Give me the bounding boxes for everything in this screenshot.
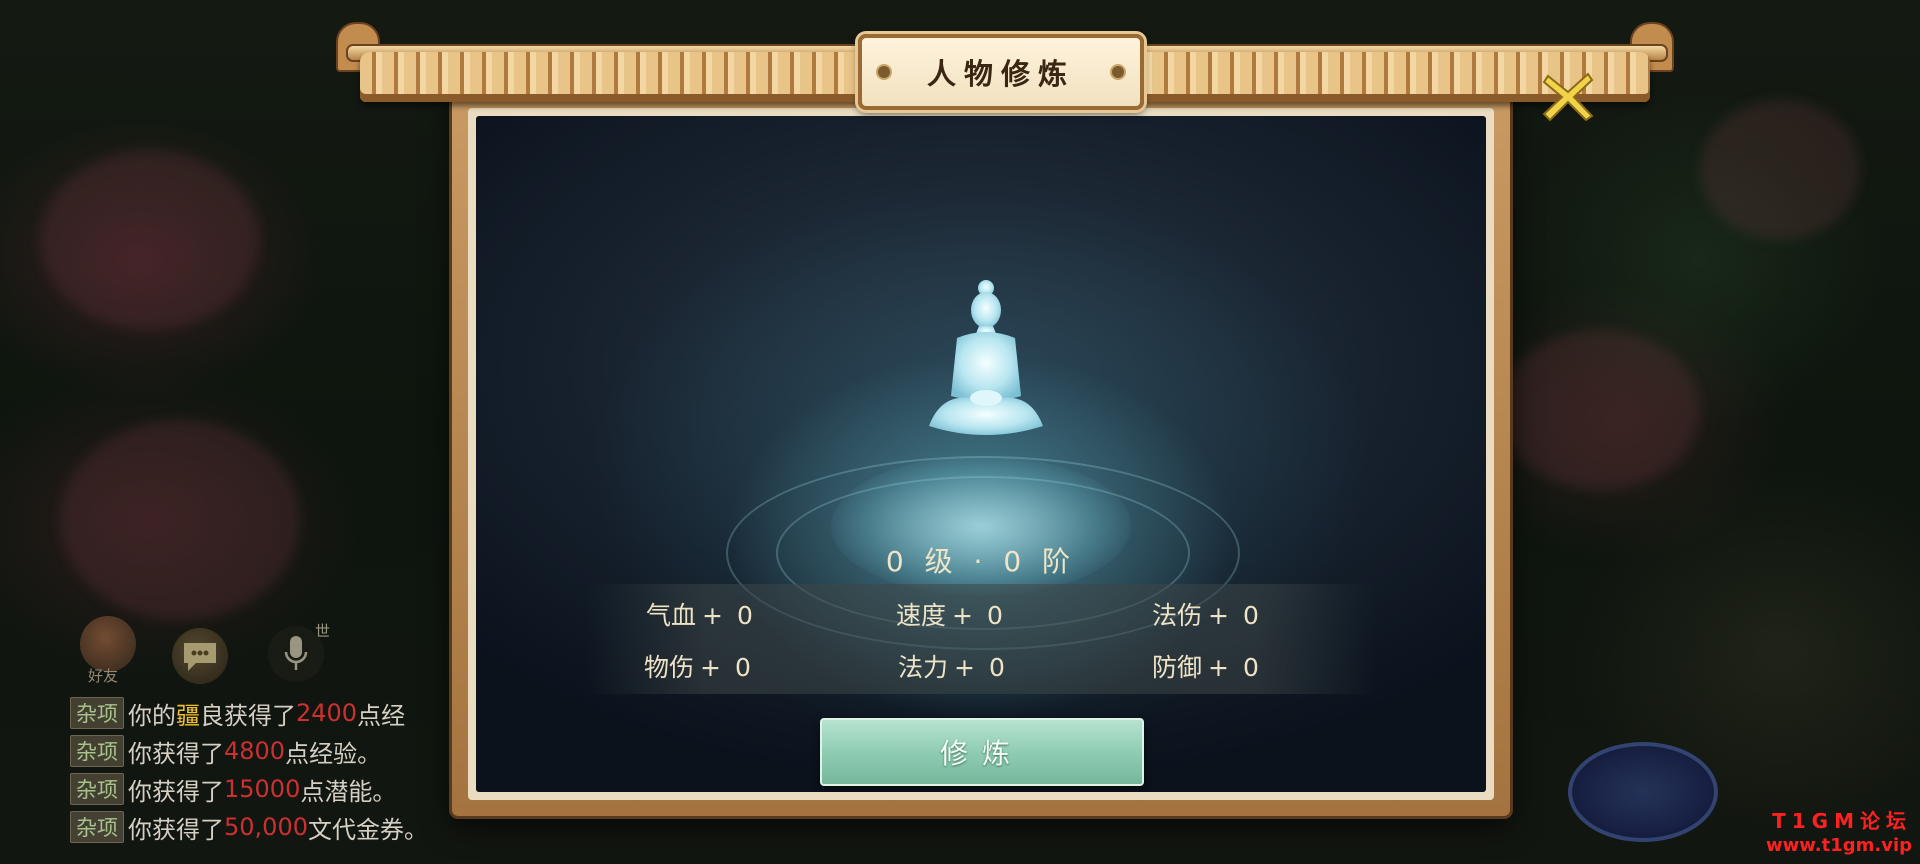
stat-plus: + <box>952 601 973 630</box>
world-channel-tag: 世 <box>314 622 330 640</box>
chat-text: 你获得了 <box>128 777 224 806</box>
cultivate-button-label: 修炼 <box>939 737 1024 770</box>
stat-2: 法伤 +0 <box>1152 596 1259 632</box>
chat-text: 良获得了 <box>200 701 296 730</box>
chat-text: 15000 <box>224 775 301 803</box>
stat-value: 0 <box>1242 653 1259 682</box>
chat-text: 你获得了 <box>128 815 224 844</box>
chat-tag: 杂项 <box>70 811 124 843</box>
chat-text: 2400 <box>296 699 358 727</box>
chat-bubble-icon[interactable] <box>172 628 228 684</box>
stat-0: 气血 +0 <box>646 596 753 632</box>
chat-line: 杂项 你获得了 15000 点潜能。 <box>70 770 470 808</box>
chat-text: 点经验。 <box>285 739 382 768</box>
chat-line: 杂项 你的疆良获得了 2400 点经 <box>70 694 470 732</box>
friend-icon[interactable]: 好友 <box>80 616 136 685</box>
stat-value: 0 <box>988 653 1005 682</box>
stat-1: 速度 +0 <box>896 596 1003 632</box>
stat-plus: + <box>954 653 975 682</box>
microphone-icon[interactable]: 世 <box>268 622 330 682</box>
chat-tag: 杂项 <box>70 735 124 767</box>
stat-4: 法力 +0 <box>898 648 1005 684</box>
chat-tag: 杂项 <box>70 697 124 729</box>
stat-label: 气血 <box>646 601 697 630</box>
close-button[interactable] <box>1540 70 1596 124</box>
cultivation-level: 0 级 · 0 阶 <box>885 545 1077 578</box>
stat-value: 0 <box>1242 601 1259 630</box>
chat-text: 4800 <box>224 737 286 765</box>
stat-label: 法力 <box>898 653 949 682</box>
chat-log[interactable]: 杂项 你的疆良获得了 2400 点经 杂项 你获得了 4800 点经验。 杂项 你获得了 15000… <box>70 694 470 846</box>
dialog-title: 人物修炼 <box>926 57 1075 91</box>
stat-plus: + <box>1208 601 1229 630</box>
stat-plus: + <box>702 601 723 630</box>
stat-value: 0 <box>736 601 753 630</box>
watermark: T1GM论坛 www.t1gm.vip <box>1766 808 1912 858</box>
chat-text: 点潜能。 <box>300 777 397 806</box>
chat-text: 疆 <box>176 701 200 730</box>
stat-label: 速度 <box>896 601 947 630</box>
stat-label: 防御 <box>1152 653 1203 682</box>
chat-text: 点经 <box>357 701 406 730</box>
chat-text: 文代金券。 <box>307 815 428 844</box>
chat-text: 50,000 <box>224 813 308 841</box>
cultivation-panel: 0 级 · 0 阶 气血 +0 速度 +0 法伤 +0 物伤 +0 法力 +0 防御 +0 修炼 <box>476 116 1486 792</box>
chat-line: 杂项 你获得了 50,000 文代金券。 <box>70 808 470 846</box>
chat-line: 杂项 你获得了 4800 点经验。 <box>70 732 470 770</box>
stat-value: 0 <box>734 653 751 682</box>
close-icon <box>1542 72 1594 122</box>
stat-3: 物伤 +0 <box>644 648 751 684</box>
stat-value: 0 <box>986 601 1003 630</box>
chat-text: 你获得了 <box>128 739 224 768</box>
stat-5: 防御 +0 <box>1152 648 1259 684</box>
friend-label: 好友 <box>88 667 119 685</box>
chat-text: 你的 <box>128 701 176 730</box>
minimap-button[interactable] <box>1568 742 1718 842</box>
watermark-line1: T1GM论坛 <box>1772 809 1912 833</box>
stat-plus: + <box>700 653 721 682</box>
stat-plus: + <box>1208 653 1229 682</box>
title-plaque: 人物修炼 <box>858 34 1144 110</box>
stat-label: 法伤 <box>1152 601 1203 630</box>
chat-tag: 杂项 <box>70 773 124 805</box>
watermark-line2: www.t1gm.vip <box>1766 835 1912 856</box>
meditating-figure-icon <box>929 280 1043 435</box>
stat-label: 物伤 <box>644 653 695 682</box>
cultivate-button[interactable]: 修炼 <box>820 718 1144 786</box>
